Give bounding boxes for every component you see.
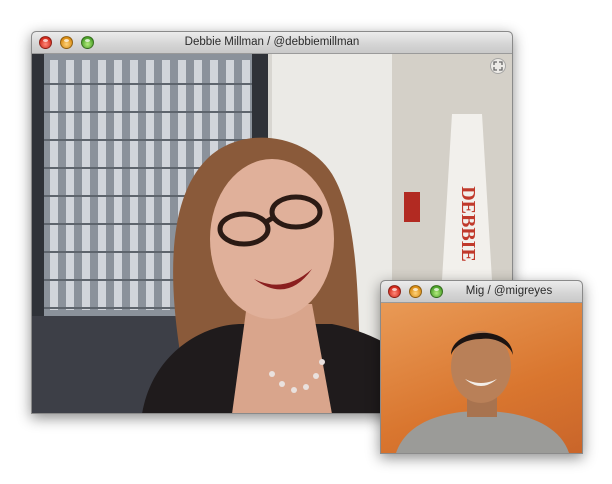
pip-video-image [396,331,569,453]
pip-window-title: Mig / @migreyes [465,285,553,297]
pip-video-window[interactable]: Mig / @migreyes [380,280,583,454]
background-sign-text: DEBBIE [457,186,479,262]
main-titlebar[interactable]: Debbie Millman / @debbiemillman [32,32,512,54]
fullscreen-icon[interactable] [490,58,506,74]
pip-video-feed [381,303,582,453]
main-window-title: Debbie Millman / @debbiemillman [184,36,360,48]
pip-titlebar[interactable]: Mig / @migreyes [381,281,582,303]
